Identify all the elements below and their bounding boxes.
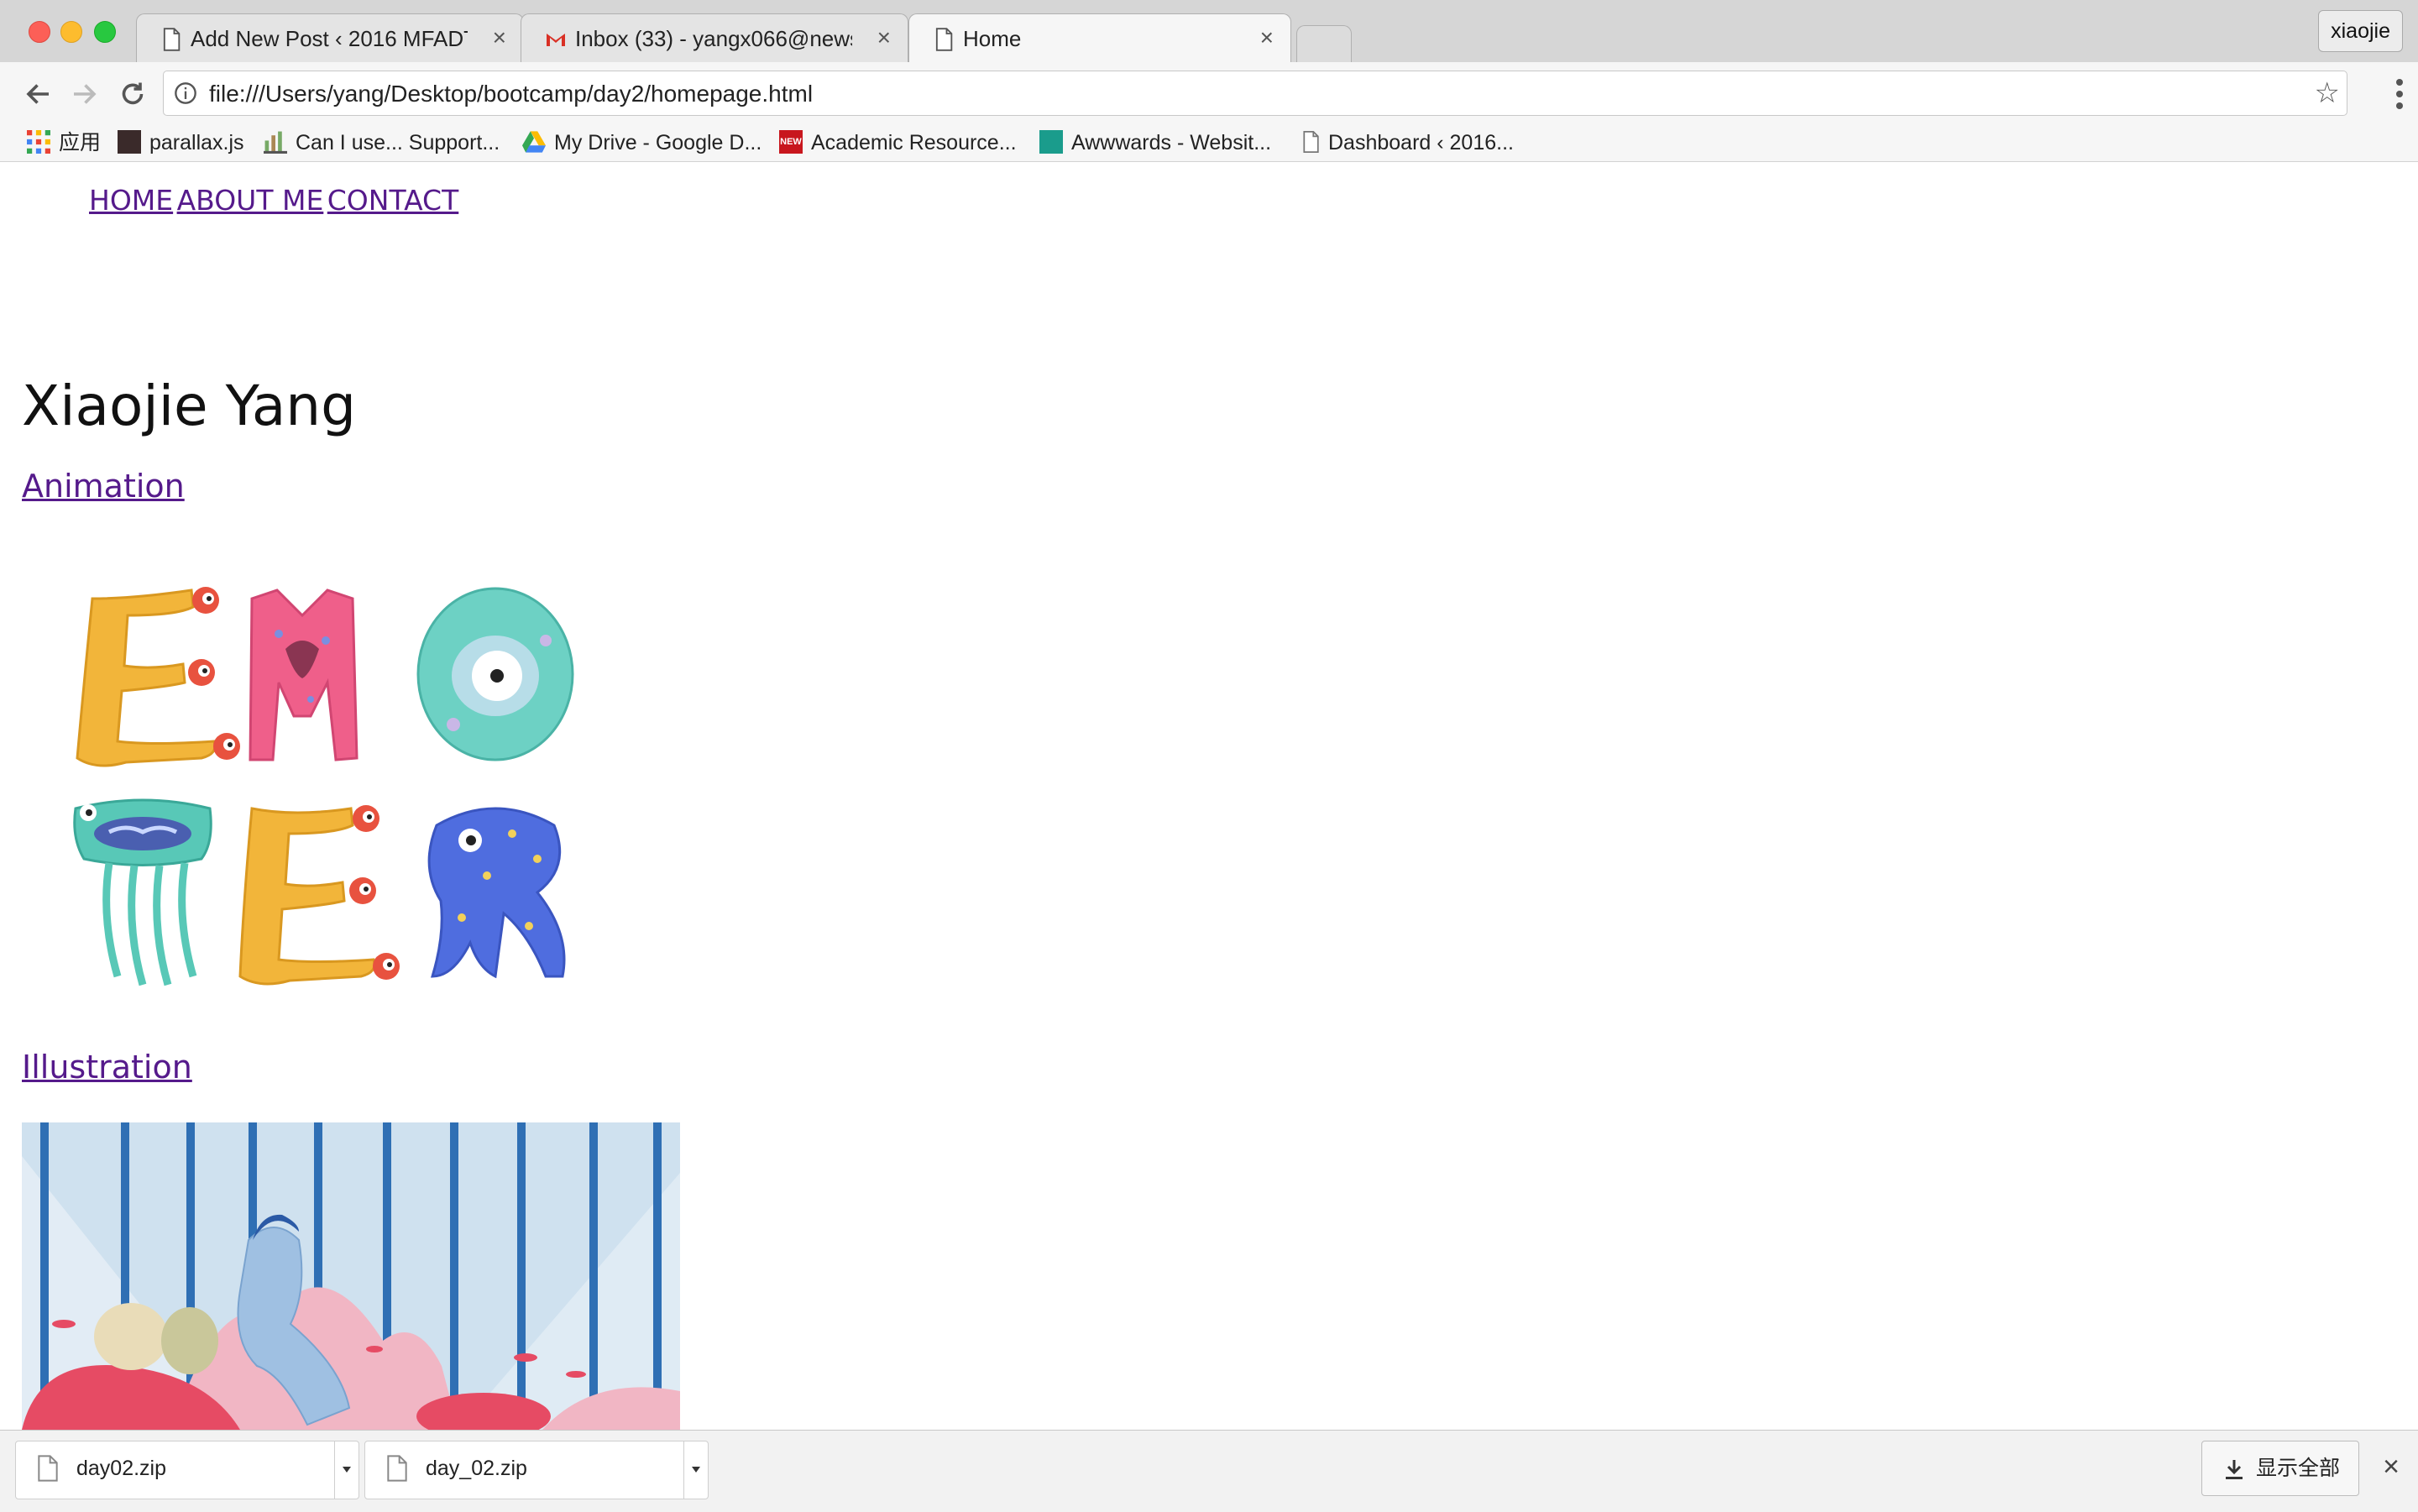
- bookmark-caniuse[interactable]: Can I use... Support...: [264, 126, 500, 160]
- download-menu-caret[interactable]: [334, 1441, 359, 1499]
- letter-e-creature: [76, 587, 240, 767]
- illustration-link[interactable]: Illustration: [22, 1049, 192, 1086]
- letter-e2-creature: [238, 805, 400, 986]
- parallax-icon: [118, 130, 141, 154]
- menu-icon[interactable]: [2394, 77, 2405, 111]
- download-filename: day_02.zip: [426, 1457, 527, 1480]
- tab-home[interactable]: Home ×: [908, 13, 1291, 62]
- google-drive-icon: [522, 131, 546, 153]
- page-title: Xiaojie Yang: [22, 374, 357, 438]
- info-icon[interactable]: [174, 81, 197, 105]
- tab-title: Home: [963, 26, 1022, 51]
- bookmark-parallax[interactable]: parallax.js: [118, 126, 244, 160]
- tab-add-new-post[interactable]: Add New Post ‹ 2016 MFADT | ×: [136, 13, 524, 62]
- tab-title: Inbox (33) - yangx066@newsc: [575, 26, 852, 51]
- new-tab-button[interactable]: [1296, 25, 1352, 62]
- page-viewport: HOME ABOUT ME CONTACT Xiaojie Yang Anima…: [0, 162, 2418, 1430]
- new-badge-icon: NEW: [779, 130, 803, 154]
- tab-inbox[interactable]: Inbox (33) - yangx066@newsc ×: [521, 13, 908, 62]
- download-item[interactable]: day_02.zip: [364, 1441, 709, 1499]
- bookmark-awwwards[interactable]: Awwwards - Websit...: [1039, 126, 1271, 160]
- bookmark-label: parallax.js: [149, 131, 244, 154]
- letter-m-creature: [249, 589, 359, 761]
- bookmarks-bar: 应用 parallax.js Can I use... Support... M…: [0, 124, 2418, 162]
- letter-r-creature: [427, 807, 566, 979]
- page-icon: [1303, 131, 1319, 154]
- bookmark-label: 应用: [59, 131, 102, 154]
- bookmark-apps[interactable]: 应用: [27, 126, 101, 160]
- apps-grid-icon: [27, 130, 50, 154]
- awwwards-icon: [1039, 130, 1063, 154]
- address-bar[interactable]: ☆: [163, 71, 2347, 116]
- nav-contact-link[interactable]: CONTACT: [327, 184, 459, 217]
- forward-icon[interactable]: [69, 79, 99, 109]
- title-bar: Add New Post ‹ 2016 MFADT | × Inbox (33)…: [0, 0, 2418, 63]
- bookmark-label: My Drive - Google D...: [554, 131, 762, 154]
- page-icon: [935, 28, 953, 51]
- download-menu-caret[interactable]: [683, 1441, 708, 1499]
- bookmark-star-icon[interactable]: ☆: [2315, 76, 2340, 110]
- toolbar: ☆: [0, 62, 2418, 124]
- close-tab-icon[interactable]: ×: [877, 24, 891, 51]
- tab-title: Add New Post ‹ 2016 MFADT |: [191, 26, 468, 51]
- back-icon[interactable]: [24, 79, 54, 109]
- animation-link[interactable]: Animation: [22, 468, 185, 505]
- download-item[interactable]: day02.zip: [15, 1441, 359, 1499]
- site-nav: HOME ABOUT ME CONTACT: [89, 184, 458, 217]
- show-all-label: 显示全部: [2255, 1457, 2340, 1480]
- bookmark-label: Awwwards - Websit...: [1071, 131, 1272, 154]
- profile-button[interactable]: xiaojie: [2318, 10, 2403, 52]
- gmail-icon: [547, 34, 565, 46]
- close-window-button[interactable]: [29, 21, 50, 43]
- bookmark-label: Academic Resource...: [811, 131, 1017, 154]
- nav-about-link[interactable]: ABOUT ME: [177, 184, 324, 217]
- letter-o-creature: [416, 587, 574, 761]
- reload-icon[interactable]: [118, 79, 148, 109]
- downloads-bar: day02.zip day_02.zip 显示全部 ×: [0, 1430, 2418, 1512]
- bookmark-academic-resource[interactable]: NEW Academic Resource...: [779, 126, 1017, 160]
- letter-t-creature: [73, 798, 212, 986]
- close-downloads-icon[interactable]: ×: [2383, 1451, 2400, 1483]
- illustration-artwork: [22, 1122, 680, 1430]
- download-filename: day02.zip: [76, 1457, 167, 1480]
- nav-home-link[interactable]: HOME: [89, 184, 173, 217]
- close-tab-icon[interactable]: ×: [1260, 24, 1274, 51]
- caniuse-icon: [264, 131, 287, 154]
- bookmark-google-drive[interactable]: My Drive - Google D...: [522, 126, 762, 160]
- close-tab-icon[interactable]: ×: [493, 24, 506, 51]
- bookmark-dashboard[interactable]: Dashboard ‹ 2016...: [1301, 126, 1514, 160]
- show-all-downloads-button[interactable]: 显示全部: [2201, 1441, 2359, 1496]
- bookmark-label: Can I use... Support...: [296, 131, 500, 154]
- minimize-window-button[interactable]: [60, 21, 82, 43]
- bookmark-label: Dashboard ‹ 2016...: [1328, 131, 1514, 154]
- url-input[interactable]: [207, 76, 2226, 112]
- page-icon: [163, 28, 181, 51]
- file-icon: [38, 1455, 58, 1482]
- zoom-window-button[interactable]: [94, 21, 116, 43]
- download-icon: [2225, 1460, 2243, 1479]
- file-icon: [387, 1455, 407, 1482]
